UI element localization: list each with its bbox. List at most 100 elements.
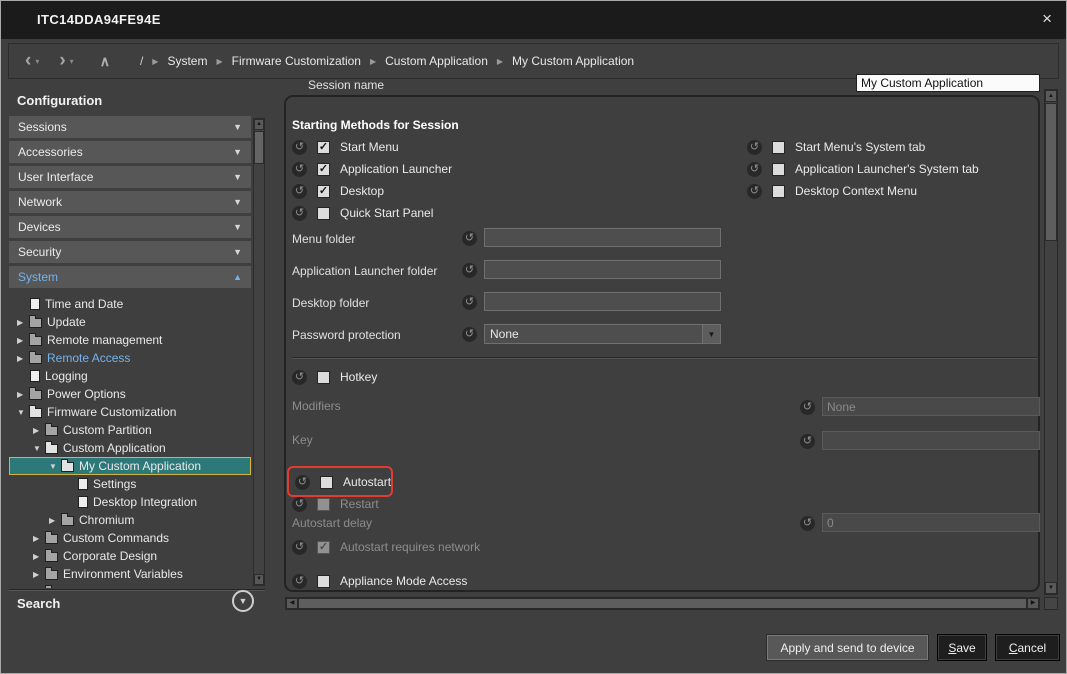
breadcrumb-item-custom-application[interactable]: Custom Application [385,54,488,68]
twisty-icon[interactable]: ▶ [33,570,45,579]
sidebar-category-sessions[interactable]: Sessions ▼ [9,116,251,138]
reset-icon[interactable]: ↺ [462,263,477,278]
key-input [822,431,1040,450]
reset-icon[interactable]: ↺ [747,162,762,177]
tree-item-custom-application[interactable]: ▼ Custom Application [9,439,251,457]
folder-icon [29,354,42,364]
tree-item-firmware-customization[interactable]: ▼ Firmware Customization [9,403,251,421]
session-name-input[interactable] [856,74,1040,92]
tree-item-time-and-date[interactable]: Time and Date [9,295,251,313]
twisty-icon[interactable]: ▶ [33,426,45,435]
checkbox-start-menu[interactable] [317,141,330,154]
breadcrumb-root[interactable]: / [140,54,143,68]
back-arrow-icon[interactable]: ‹ [25,51,31,71]
password-protection-select[interactable]: None ▼ [484,324,721,344]
reset-icon[interactable]: ↺ [747,140,762,155]
up-level-icon[interactable]: ∧ [100,53,110,70]
sidebar-category-accessories[interactable]: Accessories ▼ [9,141,251,163]
reset-icon[interactable]: ↺ [462,231,477,246]
sidebar-category-system[interactable]: System ▲ [9,266,251,288]
dropdown-arrow-icon[interactable]: ▼ [702,325,720,343]
reset-icon[interactable]: ↺ [462,295,477,310]
forward-history-caret-icon[interactable]: ▾ [70,57,74,66]
cancel-button[interactable]: Cancel [995,634,1060,661]
checkbox-application-launcher[interactable] [317,163,330,176]
reset-icon[interactable]: ↺ [292,162,307,177]
menu-folder-label: Menu folder [292,232,355,246]
checkbox-desktop-context-menu[interactable] [772,185,785,198]
scrollbar-thumb[interactable] [1045,103,1057,241]
forward-arrow-icon[interactable]: › [59,51,65,71]
reset-icon[interactable]: ↺ [800,400,815,415]
tree-item-update[interactable]: ▶ Update [9,313,251,331]
twisty-icon[interactable]: ▶ [33,552,45,561]
twisty-icon[interactable]: ▶ [17,354,29,363]
sidebar-category-security[interactable]: Security ▼ [9,241,251,263]
scroll-up-icon[interactable]: ▲ [254,119,264,130]
reset-icon[interactable]: ↺ [292,184,307,199]
twisty-icon[interactable]: ▼ [17,408,29,417]
horizontal-scrollbar[interactable]: ◀ ▶ [285,597,1040,610]
checkbox-start-menu-system-tab[interactable] [772,141,785,154]
save-button[interactable]: Save [937,634,987,661]
breadcrumb-item-firmware-customization[interactable]: Firmware Customization [232,54,361,68]
breadcrumb-item-system[interactable]: System [167,54,207,68]
reset-icon[interactable]: ↺ [292,370,307,385]
checkbox-appliance-mode-access[interactable] [317,575,330,588]
menu-folder-input[interactable] [484,228,721,247]
scrollbar-thumb[interactable] [298,598,1027,609]
twisty-icon[interactable]: ▼ [33,444,45,453]
tree-item-remote-management[interactable]: ▶ Remote management [9,331,251,349]
reset-icon[interactable]: ↺ [462,327,477,342]
tree-item-my-custom-application[interactable]: ▼ My Custom Application [9,457,251,475]
tree-item-custom-commands[interactable]: ▶ Custom Commands [9,529,251,547]
scrollbar-corner [1044,597,1058,610]
checkbox-autostart[interactable] [320,476,333,489]
tree-item-desktop-integration[interactable]: Desktop Integration [9,493,251,511]
tree-item-remote-access[interactable]: ▶ Remote Access [9,349,251,367]
scroll-up-icon[interactable]: ▲ [1045,90,1057,102]
back-history-caret-icon[interactable]: ▾ [35,57,39,66]
scroll-right-icon[interactable]: ▶ [1027,598,1039,609]
tree-item-environment-variables[interactable]: ▶ Environment Variables [9,565,251,583]
scroll-down-icon[interactable]: ▼ [1045,582,1057,594]
configuration-tree: Time and Date ▶ Update ▶ Remote manageme… [9,295,251,588]
vertical-scrollbar[interactable]: ▲ ▼ [1044,89,1058,595]
checkbox-hotkey[interactable] [317,371,330,384]
checkbox-quick-start-panel[interactable] [317,207,330,220]
reset-icon[interactable]: ↺ [292,206,307,221]
scroll-down-icon[interactable]: ▼ [254,574,264,585]
reset-icon[interactable]: ↺ [292,574,307,589]
tree-scrollbar[interactable]: ▲ ▼ [253,118,265,586]
application-launcher-folder-input[interactable] [484,260,721,279]
reset-icon[interactable]: ↺ [800,434,815,449]
sidebar-category-network[interactable]: Network ▼ [9,191,251,213]
reset-icon[interactable]: ↺ [295,475,310,490]
breadcrumb-item-my-custom-application[interactable]: My Custom Application [512,54,634,68]
reset-icon[interactable]: ↺ [747,184,762,199]
sidebar-category-user-interface[interactable]: User Interface ▼ [9,166,251,188]
tree-item-partially-visible[interactable]: ▶ [9,583,251,588]
twisty-icon[interactable]: ▶ [33,534,45,543]
tree-item-custom-partition[interactable]: ▶ Custom Partition [9,421,251,439]
twisty-icon[interactable]: ▶ [17,336,29,345]
tree-item-corporate-design[interactable]: ▶ Corporate Design [9,547,251,565]
close-icon[interactable]: × [1042,9,1052,29]
search-expand-button[interactable]: ▼ [232,590,254,612]
sidebar-category-devices[interactable]: Devices ▼ [9,216,251,238]
scroll-left-icon[interactable]: ◀ [286,598,298,609]
desktop-folder-input[interactable] [484,292,721,311]
apply-and-send-button[interactable]: Apply and send to device [766,634,929,661]
reset-icon[interactable]: ↺ [292,140,307,155]
checkbox-application-launcher-system-tab[interactable] [772,163,785,176]
twisty-icon[interactable]: ▶ [17,318,29,327]
twisty-icon[interactable]: ▶ [17,390,29,399]
tree-item-settings[interactable]: Settings [9,475,251,493]
scrollbar-thumb[interactable] [254,131,264,164]
checkbox-desktop[interactable] [317,185,330,198]
tree-item-logging[interactable]: Logging [9,367,251,385]
tree-item-power-options[interactable]: ▶ Power Options [9,385,251,403]
twisty-icon[interactable]: ▼ [49,462,61,471]
twisty-icon[interactable]: ▶ [49,516,61,525]
tree-item-chromium[interactable]: ▶ Chromium [9,511,251,529]
